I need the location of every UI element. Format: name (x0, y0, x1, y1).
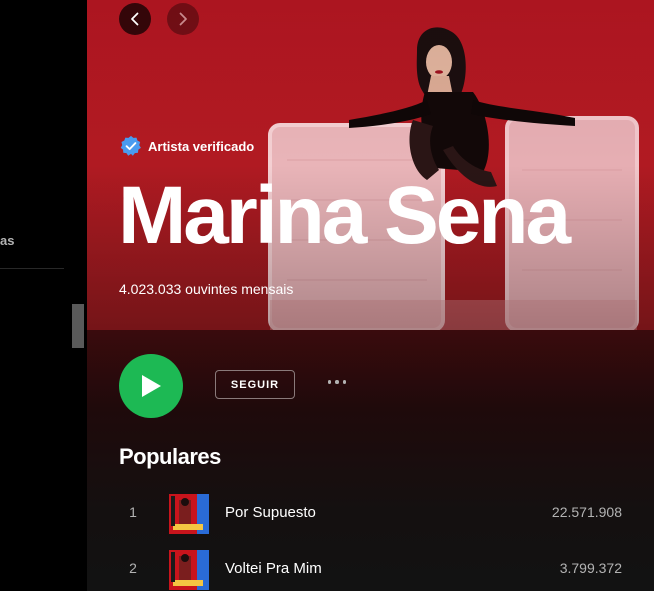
verified-icon (120, 135, 141, 156)
artist-content: SEGUIR Populares 1 Por Supuesto 22.571.9… (87, 330, 654, 591)
sidebar: as (0, 0, 87, 591)
sidebar-divider (0, 268, 64, 269)
artist-header: Artista verificado Marina Sena 4.023.033… (87, 0, 654, 330)
back-button[interactable] (119, 3, 151, 35)
track-play-count: 3.799.372 (559, 560, 622, 576)
more-dots-icon (335, 380, 339, 384)
track-play-count: 22.571.908 (551, 504, 622, 520)
track-cover-image (169, 550, 209, 590)
verified-label: Artista verificado (148, 138, 255, 154)
track-number: 1 (129, 504, 137, 520)
chevron-left-icon (131, 12, 139, 26)
artist-page: Artista verificado Marina Sena 4.023.033… (87, 0, 654, 591)
follow-button[interactable]: SEGUIR (215, 370, 295, 399)
chevron-right-icon (179, 12, 187, 26)
track-title[interactable]: Por Supuesto (225, 504, 316, 521)
track-row[interactable]: 2 Voltei Pra Mim 3.799.372 (119, 546, 622, 591)
more-dots-icon (342, 380, 347, 384)
track-title[interactable]: Voltei Pra Mim (225, 560, 322, 577)
verified-badge: Artista verificado (120, 135, 254, 157)
monthly-listeners: 4.023.033 ouvintes mensais (119, 281, 294, 297)
artist-name: Marina Sena (118, 170, 571, 261)
track-number: 2 (129, 560, 137, 576)
more-options-button[interactable] (319, 370, 355, 394)
popular-section-title: Populares (119, 444, 221, 469)
track-row[interactable]: 1 Por Supuesto 22.571.908 (119, 490, 622, 538)
sidebar-item-label[interactable]: as (0, 233, 14, 248)
play-icon (142, 375, 161, 397)
forward-button[interactable] (167, 3, 199, 35)
sidebar-scrollbar[interactable] (72, 304, 84, 348)
track-cover-image (169, 494, 209, 534)
more-dots-icon (327, 380, 332, 384)
play-button[interactable] (119, 354, 183, 418)
